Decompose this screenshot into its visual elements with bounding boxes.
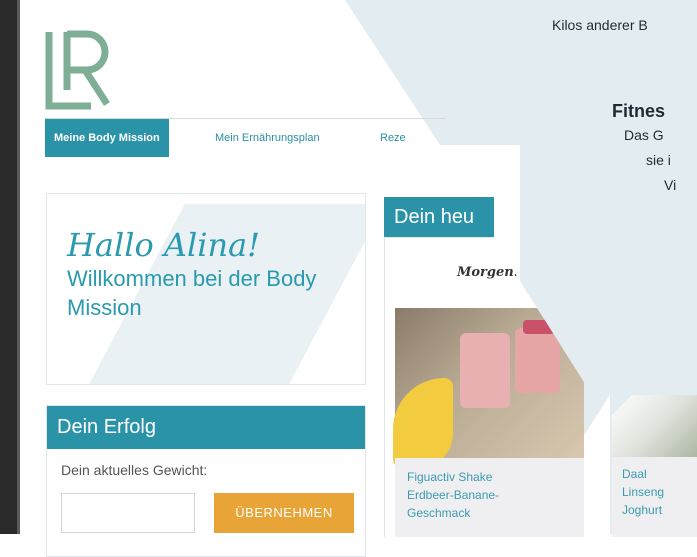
right-text-line: sie i (646, 152, 671, 168)
weight-input[interactable] (61, 493, 195, 533)
shake-jar (515, 328, 560, 393)
device-bezel (0, 0, 20, 534)
weight-label: Dein aktuelles Gewicht: (61, 462, 208, 478)
tab-rezepte[interactable]: Reze (380, 119, 406, 157)
success-card: Dein Erfolg Dein aktuelles Gewicht: ÜBER… (46, 405, 366, 557)
banana (393, 378, 453, 468)
main-navigation: Meine Body Mission Mein Ernährungsplan R… (45, 118, 445, 157)
right-text-line: Kilos anderer B (552, 17, 648, 33)
recipe-caption[interactable]: Daal Linseng Joghurt (612, 457, 697, 537)
recipe-title-line: Figuactiv Shake (407, 470, 493, 484)
recipe-image[interactable] (612, 395, 697, 457)
welcome-card: Hallo Alina! Willkommen bei der Body Mis… (46, 193, 366, 385)
recipe-title-line: Linseng (622, 485, 665, 499)
success-title: Dein Erfolg (47, 406, 365, 449)
meal-time-label: Morgen. (457, 265, 519, 280)
tab-ernaehrungsplan[interactable]: Mein Ernährungsplan (215, 119, 320, 157)
recipe-caption[interactable]: Figuactiv Shake Erdbeer-Banane- Geschmac… (395, 458, 584, 537)
recipe-title-line: Geschmack (407, 506, 471, 520)
welcome-subtitle: Willkommen bei der Body Mission (67, 266, 317, 320)
tab-meine-body-mission[interactable]: Meine Body Mission (45, 119, 169, 157)
apply-button[interactable]: ÜBERNEHMEN (214, 493, 354, 533)
greeting: Hallo Alina! (67, 226, 261, 264)
right-heading: Fitnes (612, 101, 666, 121)
right-text-line: Das G (624, 127, 664, 143)
recipe-title-line: Erdbeer-Banane- (407, 488, 500, 502)
today-title: Dein heu (384, 197, 494, 237)
right-text-line: Vi (664, 177, 677, 193)
recipe-title-line: Daal (622, 467, 647, 481)
shake-glass (460, 333, 510, 408)
recipe-title-line: Joghurt (622, 503, 663, 517)
lr-logo (45, 30, 110, 110)
